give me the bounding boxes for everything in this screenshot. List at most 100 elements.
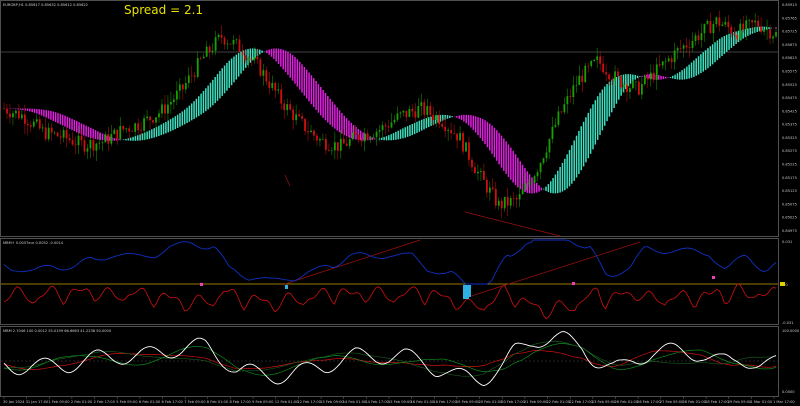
candle-body — [772, 36, 774, 39]
candle-body — [196, 58, 199, 77]
candle-body — [515, 198, 518, 200]
candle-body — [620, 76, 622, 88]
indicator1-pane[interactable] — [0, 238, 779, 325]
candle-body — [667, 58, 670, 62]
candle-body — [405, 110, 408, 117]
time-axis-label: 19 Feb 09:00 — [456, 400, 480, 404]
trading-chart[interactable]: EURGBP,H1 0.85617 0.85632 0.85612 0.8562… — [0, 0, 800, 406]
candle-body — [223, 37, 226, 45]
price-axis-label: 0.85725 — [782, 30, 797, 34]
candle-body — [673, 50, 676, 63]
candle-body — [494, 189, 497, 206]
indicator1-axis-label: -0.031 — [782, 321, 794, 325]
candle-body — [128, 128, 131, 132]
candle-body — [736, 34, 739, 40]
candle-body — [652, 72, 655, 80]
price-axis-label: 0.85625 — [782, 56, 797, 60]
time-axis-label: 1 Mar 01:00 — [750, 400, 772, 404]
time-axis-label: 27 Feb 09:00 — [660, 400, 684, 404]
price-axis-label: 0.85375 — [782, 123, 797, 127]
candle-body — [101, 142, 104, 143]
candle-body — [3, 108, 5, 110]
candle-body — [411, 109, 414, 112]
candle-body — [646, 75, 649, 80]
candle-body — [426, 105, 429, 115]
candle-body — [378, 130, 381, 132]
candle-body — [86, 148, 89, 152]
candle-body — [107, 134, 110, 144]
candle-body — [465, 142, 467, 152]
candle-body — [98, 142, 101, 144]
time-axis-label: 30 Jan 2024 — [3, 400, 25, 404]
time-axis-label: 20 Feb 01:00 — [479, 400, 503, 404]
time-axis-label: 1 Mar 17:00 — [773, 400, 795, 404]
candle-body — [244, 55, 247, 61]
candle-body — [691, 41, 694, 48]
candle-body — [521, 190, 524, 195]
candle-body — [220, 34, 223, 38]
candle-body — [482, 170, 485, 180]
spread-label: Spread = 2.1 — [124, 3, 203, 17]
candle-body — [253, 56, 256, 60]
candle-body — [429, 105, 432, 115]
candle-body — [661, 61, 664, 66]
main-pane[interactable] — [0, 0, 779, 237]
candle-body — [274, 82, 277, 91]
candle-body — [29, 125, 32, 127]
candle-body — [655, 64, 658, 80]
candle-body — [229, 43, 232, 45]
candle-body — [393, 119, 396, 123]
candle-body — [539, 162, 542, 173]
candle-body — [438, 115, 441, 125]
candle-body — [745, 20, 748, 30]
candle-body — [506, 196, 509, 206]
time-axis: 30 Jan 2024 31 Jan 17:00 1 Feb 09:00 2 Feb … — [3, 397, 795, 404]
candle-body — [497, 200, 500, 206]
indicator1-histogram — [468, 285, 471, 297]
candle-body — [608, 74, 610, 80]
candle-body — [357, 134, 360, 140]
time-axis-label: 6 Feb 17:00 — [162, 400, 184, 404]
candle-body — [423, 102, 426, 115]
candle-body — [134, 123, 137, 132]
candle-body — [20, 114, 23, 119]
price-axis-label: 0.85525 — [782, 83, 797, 87]
candle-body — [74, 144, 77, 146]
candle-body — [417, 105, 420, 118]
price-axis-label: 0.85075 — [782, 202, 797, 206]
price-axis-label: 0.85765 — [782, 16, 797, 20]
candle-body — [590, 61, 593, 66]
time-axis-label: 2 Feb 17:00 — [94, 400, 116, 404]
candle-body — [408, 109, 411, 117]
price-axis-label: 0.85175 — [782, 176, 797, 180]
candle-body — [390, 122, 393, 128]
time-axis-label: 31 Jan 17:00 — [26, 400, 49, 404]
candle-body — [35, 119, 38, 122]
candle-body — [384, 125, 387, 127]
candle-body — [688, 47, 691, 48]
candle-body — [563, 104, 566, 113]
candle-body — [41, 127, 44, 129]
candle-body — [724, 22, 727, 25]
candle-body — [173, 99, 175, 102]
candle-body — [527, 183, 530, 184]
candle-body — [530, 182, 533, 184]
candle-body — [232, 39, 235, 45]
time-axis-label: 28 Feb 01:00 — [682, 400, 706, 404]
candle-body — [584, 65, 587, 83]
time-axis-label: 20 Feb 17:00 — [501, 400, 525, 404]
candle-body — [50, 127, 53, 133]
candle-body — [518, 194, 521, 200]
candle-body — [488, 187, 491, 193]
candle-body — [399, 112, 402, 114]
candle-body — [15, 110, 17, 114]
candle-body — [226, 43, 229, 45]
chart-canvas[interactable]: EURGBP,H1 0.85617 0.85632 0.85612 0.8562… — [0, 0, 800, 406]
candle-body — [262, 70, 265, 76]
candle-body — [611, 79, 613, 81]
candle-body — [167, 104, 169, 114]
candle-body — [685, 45, 688, 48]
candle-body — [65, 130, 68, 139]
candle-body — [116, 129, 119, 140]
candle-body — [626, 84, 628, 93]
